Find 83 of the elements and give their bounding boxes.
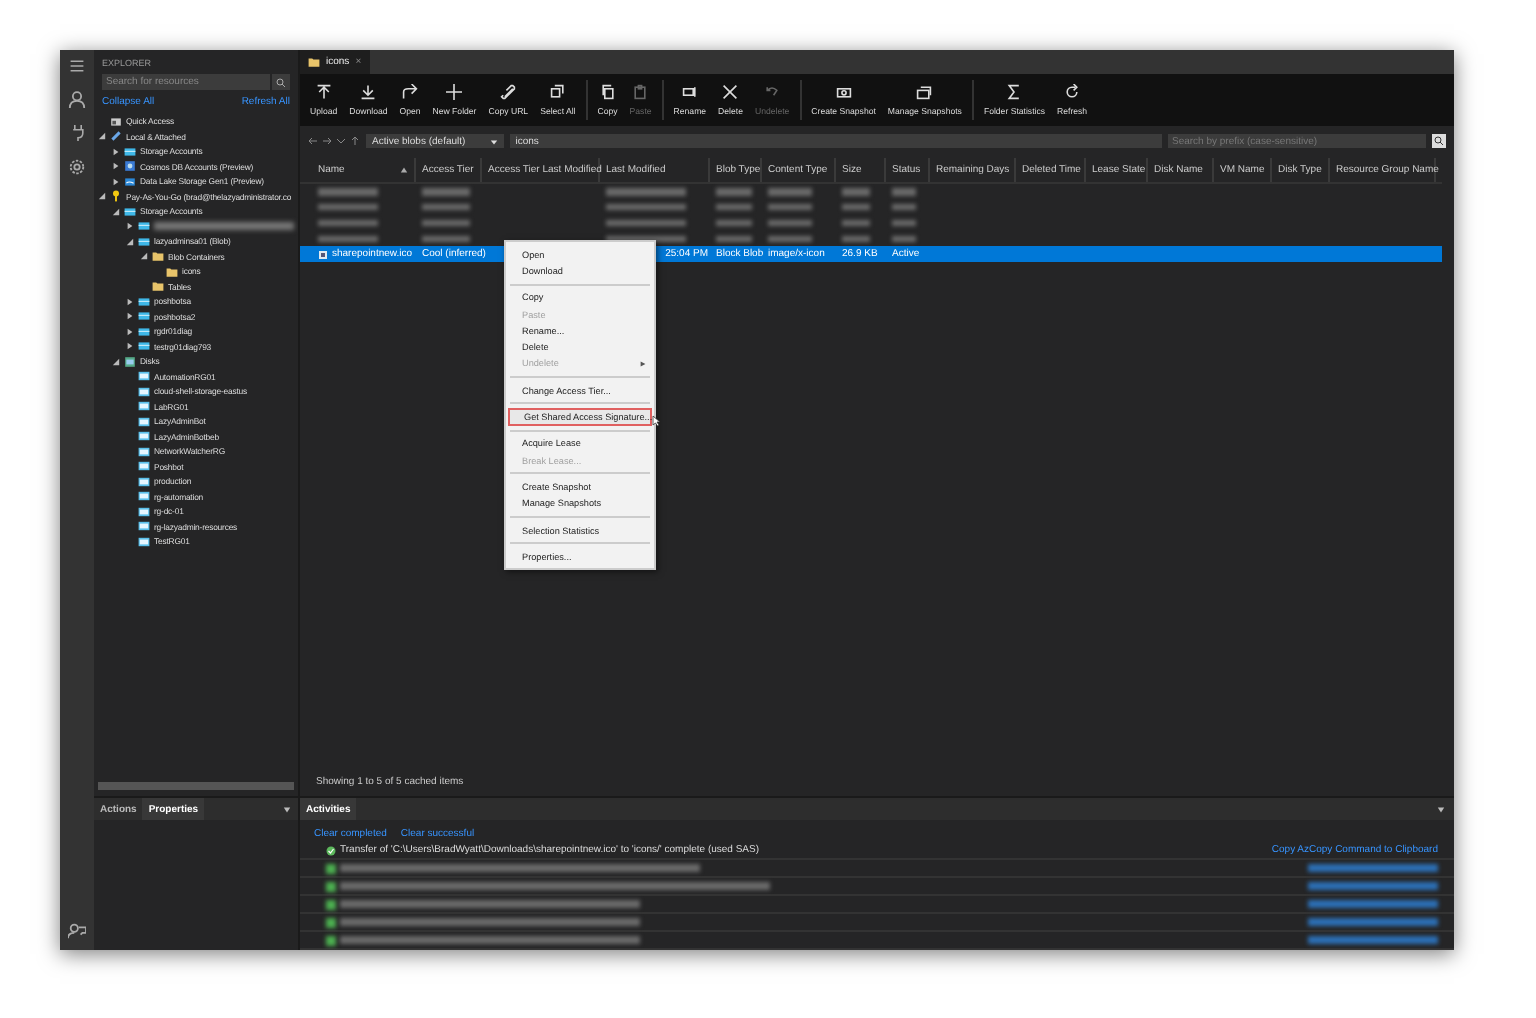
blurred-text xyxy=(318,235,378,243)
feedback-icon[interactable] xyxy=(68,922,86,940)
cursor-icon xyxy=(652,414,662,429)
blurred-text xyxy=(422,203,470,211)
search-button[interactable] xyxy=(272,74,290,90)
search-icon xyxy=(1434,136,1444,146)
download-icon xyxy=(360,84,377,100)
back-icon[interactable] xyxy=(308,136,318,146)
blurred-text xyxy=(892,219,916,227)
camera-icon xyxy=(835,84,852,100)
collapsed-icon[interactable] xyxy=(125,222,133,231)
search-button[interactable] xyxy=(1432,134,1446,148)
expanded-icon[interactable] xyxy=(111,357,119,366)
collapsed-icon[interactable] xyxy=(111,147,119,156)
blurred-text xyxy=(606,188,686,196)
chevron-down-icon[interactable] xyxy=(1436,805,1446,813)
collapsed-icon[interactable] xyxy=(125,342,133,351)
blurred-text xyxy=(318,188,378,196)
forward-icon[interactable] xyxy=(322,136,332,146)
close-icon xyxy=(722,84,739,100)
file-icon xyxy=(318,249,328,260)
chevron-down-icon[interactable] xyxy=(282,805,292,813)
blurred-text xyxy=(716,203,752,211)
blurred-text xyxy=(842,203,870,211)
collapsed-icon[interactable] xyxy=(125,327,133,336)
expanded-icon[interactable] xyxy=(111,207,119,216)
select-all-icon xyxy=(549,84,566,100)
plus-icon xyxy=(446,84,463,100)
blurred-text xyxy=(768,235,812,243)
disks-icon xyxy=(124,355,136,368)
search-icon xyxy=(276,77,286,87)
blurred-text xyxy=(768,203,812,211)
folder-icon xyxy=(308,56,320,68)
sort-up-icon xyxy=(400,166,408,174)
blurred-text xyxy=(606,203,686,211)
lake-icon xyxy=(124,175,136,188)
key-icon xyxy=(110,190,122,203)
upload-icon xyxy=(315,84,332,100)
caret-icon xyxy=(489,137,498,145)
collapsed-icon[interactable] xyxy=(111,162,119,171)
blurred-text xyxy=(768,219,812,227)
person-icon[interactable] xyxy=(68,90,86,108)
blurred-text xyxy=(892,235,916,243)
link-icon xyxy=(110,130,122,143)
storage-icon xyxy=(124,145,136,158)
blurred-text xyxy=(318,203,378,211)
menu-icon[interactable] xyxy=(68,58,86,74)
blurred-text xyxy=(422,235,470,243)
blurred-text xyxy=(892,188,916,196)
settings-icon[interactable] xyxy=(68,158,86,176)
blurred-text xyxy=(422,219,470,227)
cosmos-icon xyxy=(124,160,136,173)
blurred-text xyxy=(892,203,916,211)
cameras-icon xyxy=(916,84,933,100)
blurred-text xyxy=(842,188,870,196)
blurred-text xyxy=(318,219,378,227)
expanded-icon[interactable] xyxy=(139,252,147,261)
blurred-text xyxy=(768,188,812,196)
blurred-text xyxy=(422,188,470,196)
chevron-down-icon[interactable] xyxy=(336,136,346,146)
undo-icon xyxy=(764,84,781,100)
up-icon[interactable] xyxy=(350,136,360,146)
quick-access-icon xyxy=(110,115,122,128)
collapsed-icon[interactable] xyxy=(111,177,119,186)
collapsed-icon[interactable] xyxy=(125,297,133,306)
blurred-text xyxy=(154,222,294,231)
blurred-text xyxy=(842,235,870,243)
arrow-icon xyxy=(402,84,418,100)
clipboard-icon xyxy=(632,84,649,100)
blurred-text xyxy=(716,219,752,227)
refresh-icon xyxy=(1064,84,1081,100)
blurred-text xyxy=(716,235,752,243)
rename-icon xyxy=(681,84,698,100)
blurred-text xyxy=(606,219,686,227)
plug-icon[interactable] xyxy=(69,124,85,142)
blurred-text xyxy=(716,188,752,196)
blurred-text xyxy=(842,219,870,227)
copy-icon xyxy=(599,84,616,100)
sigma-icon xyxy=(1006,84,1023,100)
check-circle-icon xyxy=(326,845,336,855)
collapsed-icon[interactable] xyxy=(125,312,133,321)
expanded-icon[interactable] xyxy=(125,237,133,246)
link-icon xyxy=(500,84,517,100)
